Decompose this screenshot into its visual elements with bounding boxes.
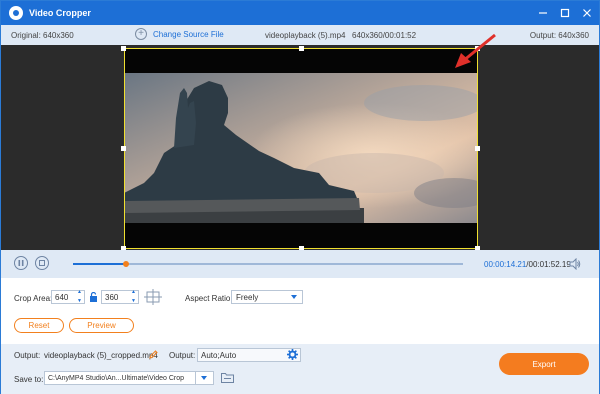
time-total: 00:01:52.19 [528, 260, 571, 269]
lock-icon[interactable] [89, 291, 98, 304]
preview-label: Preview [87, 321, 116, 330]
close-icon[interactable] [581, 7, 593, 19]
crop-handle-left[interactable] [121, 146, 126, 151]
window-title: Video Cropper [29, 8, 91, 18]
export-label: Export [532, 359, 556, 369]
pause-icon [18, 260, 24, 266]
playback-bar: 00:00:14.21/00:01:52.19 [1, 250, 599, 278]
progress-knob[interactable] [122, 261, 129, 267]
progress-fill [73, 263, 126, 265]
minimize-icon[interactable] [537, 7, 549, 19]
source-dims-duration: 640x360/00:01:52 [352, 31, 417, 40]
folder-icon[interactable] [221, 372, 234, 385]
change-source-button[interactable]: + Change Source File [135, 28, 224, 40]
spin-down-icon[interactable]: ▼ [131, 299, 136, 304]
time-display: 00:00:14.21/00:01:52.19 [484, 260, 571, 269]
crop-handle-top[interactable] [299, 46, 304, 51]
path-divider [195, 372, 196, 384]
crop-handle-right[interactable] [475, 146, 480, 151]
crop-selection-box[interactable] [124, 48, 478, 249]
crop-handle-top-left[interactable] [121, 46, 126, 51]
crop-height-value: 360 [105, 292, 119, 302]
window-controls [537, 1, 593, 25]
time-current: 00:00:14.21 [484, 260, 527, 269]
gear-icon[interactable] [287, 349, 298, 362]
info-bar: Original: 640x360 + Change Source File v… [1, 25, 599, 45]
change-source-label: Change Source File [153, 29, 224, 39]
aspect-ratio-label: Aspect Ratio: [185, 294, 233, 303]
output-panel: Output: videoplayback (5)_cropped.mp4 Ou… [1, 344, 599, 394]
edit-icon[interactable] [149, 350, 158, 361]
video-cropper-window: Video Cropper Original: 640x360 + Change… [0, 0, 600, 394]
output-format-value: Auto;Auto [201, 350, 237, 360]
chevron-down-icon [291, 295, 297, 299]
height-spinner[interactable]: ▲ ▼ [130, 290, 137, 304]
spin-up-icon[interactable]: ▲ [131, 290, 136, 295]
progress-track[interactable] [73, 261, 463, 267]
export-button[interactable]: Export [499, 353, 589, 375]
save-path-value: C:\AnyMP4 Studio\An...Ultimate\Video Cro… [48, 374, 185, 382]
video-preview [1, 33, 599, 251]
aspect-ratio-select[interactable]: Freely [231, 290, 303, 304]
original-resolution: Original: 640x360 [11, 31, 74, 40]
aspect-ratio-value: Freely [236, 292, 259, 302]
pause-button[interactable] [14, 256, 28, 270]
plus-circle-icon: + [135, 28, 147, 40]
spin-down-icon[interactable]: ▼ [77, 299, 82, 304]
preview-button[interactable]: Preview [69, 318, 134, 333]
save-path-field[interactable]: C:\AnyMP4 Studio\An...Ultimate\Video Cro… [44, 371, 214, 385]
crop-width-value: 640 [55, 292, 69, 302]
output-filename: videoplayback (5)_cropped.mp4 [44, 351, 158, 360]
crop-controls: Crop Area: 640 ▲▼ 360 ▲▼ Aspect Ratio: [1, 278, 599, 344]
width-spinner[interactable]: ▲ ▼ [76, 290, 83, 304]
app-logo-icon [9, 6, 23, 20]
save-to-label: Save to: [14, 375, 44, 384]
volume-icon[interactable] [569, 257, 581, 272]
output-format-label: Output: [169, 351, 196, 360]
center-crop-icon[interactable] [144, 289, 162, 307]
crop-area-label: Crop Area: [14, 294, 53, 303]
output-resolution: Output: 640x360 [529, 31, 589, 40]
source-filename: videoplayback (5).mp4 [265, 31, 346, 40]
reset-button[interactable]: Reset [14, 318, 64, 333]
annotation-arrow-icon [455, 33, 496, 68]
spin-up-icon[interactable]: ▲ [77, 290, 82, 295]
chevron-down-icon[interactable] [201, 376, 207, 380]
reset-label: Reset [28, 321, 50, 330]
stop-button[interactable] [35, 256, 49, 270]
stop-icon [39, 260, 45, 266]
title-bar: Video Cropper [1, 1, 599, 25]
maximize-icon[interactable] [559, 7, 571, 19]
output-format-field[interactable]: Auto;Auto [197, 348, 301, 362]
output-file-label: Output: [14, 351, 41, 360]
